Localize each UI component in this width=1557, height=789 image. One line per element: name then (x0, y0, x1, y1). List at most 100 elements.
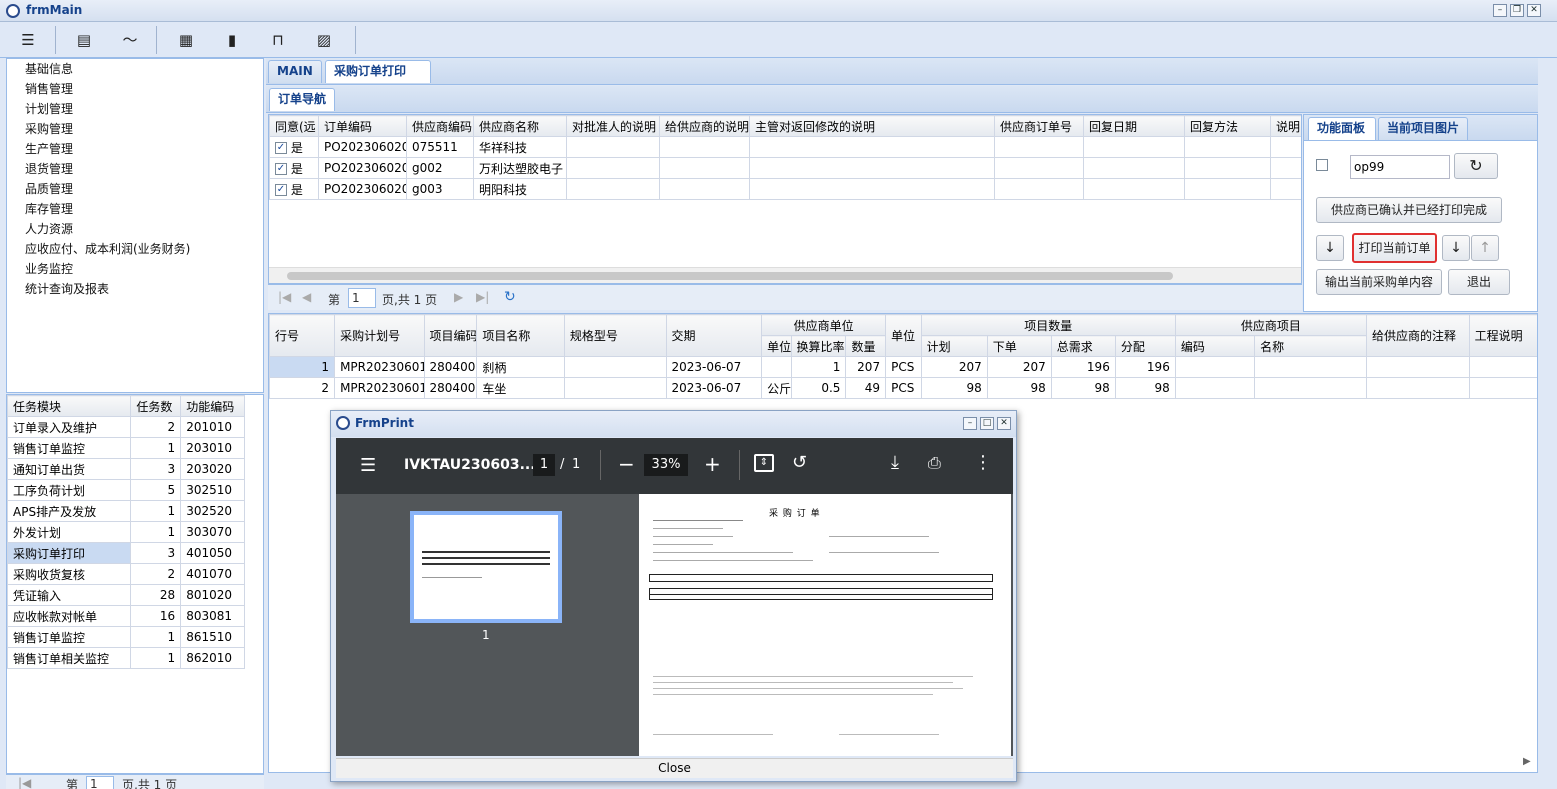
last-page-icon[interactable]: ▶| (476, 290, 489, 304)
table-row[interactable]: 采购收货复核 2 401070 (6, 563, 245, 585)
column-header[interactable]: 规格型号 (563, 314, 667, 357)
zoom-in-icon[interactable]: + (704, 452, 721, 476)
table-row[interactable]: 通知订单出货 3 203020 (6, 458, 245, 480)
column-header[interactable]: 给供应商的注释 (1365, 314, 1470, 357)
next-page-icon[interactable]: ▶ (454, 290, 463, 304)
nav-item[interactable]: 应收应付、成本利润(业务财务) (25, 241, 190, 257)
column-header[interactable]: 编码 (1174, 335, 1256, 357)
column-header[interactable]: 项目名称 (476, 314, 565, 357)
column-header[interactable]: 订单编码 (318, 115, 407, 137)
page-thumbnail[interactable] (410, 511, 562, 623)
column-header[interactable]: 采购计划号 (334, 314, 425, 357)
close-icon[interactable]: ✕ (1527, 4, 1541, 17)
table-row[interactable]: 销售订单监控 1 203010 (6, 437, 245, 459)
print-icon[interactable]: ⎙ (928, 453, 941, 473)
table-row[interactable]: 凭证输入 28 801020 (6, 584, 245, 606)
image-icon[interactable]: ▨ (311, 28, 337, 52)
nav-item[interactable]: 品质管理 (25, 181, 73, 197)
column-header[interactable]: 给供应商的说明 (659, 115, 750, 137)
table-row[interactable]: ✓ 是 PO20230602001 075511 华祥科技 (269, 136, 1301, 158)
nav-item[interactable]: 人力资源 (25, 221, 73, 237)
refresh-button[interactable]: ↻ (1454, 153, 1498, 179)
column-header[interactable]: 工程说明 (1468, 314, 1537, 357)
table-row[interactable]: 销售订单相关监控 1 862010 (6, 647, 245, 669)
column-header[interactable]: 对批准人的说明 (566, 115, 660, 137)
scrollbar-thumb[interactable] (287, 272, 1173, 280)
column-header[interactable]: 供应商名称 (473, 115, 567, 137)
nav-item[interactable]: 销售管理 (25, 81, 73, 97)
column-header[interactable]: 供应商订单号 (994, 115, 1084, 137)
nav-item[interactable]: 业务监控 (25, 261, 73, 277)
fit-page-icon[interactable]: ⇕ (754, 454, 774, 472)
tab-function-panel[interactable]: 功能面板 (1308, 117, 1376, 140)
page-input[interactable]: 1 (86, 776, 114, 789)
table-row-selected[interactable]: 采购订单打印 3 401050 (6, 542, 245, 564)
operator-input[interactable]: op99 (1350, 155, 1450, 179)
column-header[interactable]: 总需求 (1050, 335, 1116, 357)
maximize-icon[interactable]: □ (980, 417, 994, 430)
supplier-confirmed-button[interactable]: 供应商已确认并已经打印完成 (1316, 197, 1502, 223)
first-page-icon[interactable]: |◀ (18, 776, 31, 789)
column-header[interactable]: 计划 (920, 335, 988, 357)
page-input[interactable]: 1 (348, 288, 376, 308)
column-header[interactable]: 回复方法 (1184, 115, 1271, 137)
zoom-input[interactable]: 33% (644, 454, 688, 476)
page-number-input[interactable]: 1 (533, 454, 555, 476)
column-header[interactable]: 数量 (845, 335, 887, 357)
close-button[interactable]: Close (336, 758, 1013, 778)
table-row[interactable]: 1 MPR2023060101 28040003 刹柄 2023-06-07 1… (269, 356, 1537, 378)
agree-checkbox[interactable]: ✓ (275, 163, 287, 175)
nav-item[interactable]: 库存管理 (25, 201, 73, 217)
nav-item[interactable]: 退货管理 (25, 161, 73, 177)
refresh-icon[interactable]: ↻ (504, 289, 516, 305)
arrow-down-icon[interactable]: ↓ (1442, 235, 1470, 261)
menu-icon[interactable]: ☰ (360, 455, 376, 476)
table-row[interactable]: ✓ 是 PO20230602003 g003 明阳科技 (269, 178, 1301, 200)
minimize-icon[interactable]: – (1493, 4, 1507, 17)
zoom-out-icon[interactable]: − (618, 452, 635, 476)
table-row[interactable]: 工序负荷计划 5 302510 (6, 479, 245, 501)
horizontal-scrollbar[interactable] (269, 267, 1301, 283)
table-row[interactable]: 2 MPR2023060102 28040006 车坐 2023-06-07 公… (269, 377, 1537, 399)
agree-checkbox[interactable]: ✓ (275, 184, 287, 196)
table-row[interactable]: APS排产及发放 1 302520 (6, 500, 245, 522)
close-icon[interactable]: ✕ (997, 417, 1011, 430)
export-order-button[interactable]: 输出当前采购单内容 (1316, 269, 1442, 295)
arrow-down-icon[interactable]: ↓ (1316, 235, 1344, 261)
tab-purchase-print[interactable]: 采购订单打印 × (325, 60, 431, 99)
column-header[interactable]: 项目编码 (423, 314, 478, 357)
column-header[interactable]: 交期 (665, 314, 763, 357)
menu-icon[interactable]: ☰ (15, 28, 41, 52)
column-header[interactable]: 分配 (1114, 335, 1176, 357)
table-row[interactable]: 应收帐款对帐单 16 803081 (6, 605, 245, 627)
first-page-icon[interactable]: |◀ (278, 290, 291, 304)
column-header[interactable]: 回复日期 (1083, 115, 1185, 137)
arrow-up-icon[interactable]: ↑ (1471, 235, 1499, 261)
column-header[interactable]: 下单 (986, 335, 1052, 357)
column-header[interactable]: 任务数 (130, 395, 182, 417)
restore-icon[interactable]: ❐ (1510, 4, 1524, 17)
tab-order-nav[interactable]: 订单导航 (269, 88, 335, 111)
column-header[interactable]: 单位 (761, 335, 792, 357)
table-row[interactable]: ✓ 是 PO20230602002 g002 万利达塑胶电子 (269, 157, 1301, 179)
prev-page-icon[interactable]: ◀ (302, 290, 311, 304)
nav-item[interactable]: 统计查询及报表 (25, 281, 109, 297)
download-icon[interactable]: ⤓ (891, 452, 899, 473)
column-header[interactable]: 同意(远 (269, 115, 319, 137)
column-header[interactable]: 供应商编码 (406, 115, 474, 137)
table-row[interactable]: 订单录入及维护 2 201010 (6, 416, 245, 438)
bookmark-icon[interactable]: ▮ (219, 28, 245, 52)
table-row[interactable]: 销售订单监控 1 861510 (6, 626, 245, 648)
calendar-icon[interactable]: ▦ (173, 28, 199, 52)
column-header[interactable]: 单位 (885, 314, 922, 357)
column-header[interactable]: 主管对返回修改的说明 (749, 115, 995, 137)
tab-main[interactable]: MAIN (268, 60, 322, 83)
tab-item-picture[interactable]: 当前项目图片 (1378, 117, 1468, 140)
column-header[interactable]: 行号 (269, 314, 336, 357)
column-header[interactable]: 说明 (1270, 115, 1301, 137)
more-options-icon[interactable]: ⋮ (974, 452, 992, 473)
print-current-order-button[interactable]: 打印当前订单 (1352, 233, 1437, 263)
agree-checkbox[interactable]: ✓ (275, 142, 287, 154)
nav-item[interactable]: 生产管理 (25, 141, 73, 157)
nav-item[interactable]: 采购管理 (25, 121, 73, 137)
